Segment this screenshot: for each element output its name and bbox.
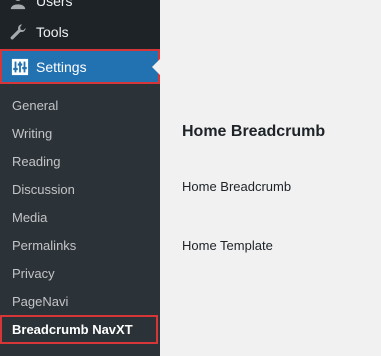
submenu-item-breadcrumb-navxt[interactable]: Breadcrumb NavXT bbox=[0, 315, 158, 344]
submenu-item-pagenavi[interactable]: PageNavi bbox=[0, 287, 160, 315]
menu-label-users: Users bbox=[36, 0, 73, 9]
settings-submenu: General Writing Reading Discussion Media… bbox=[0, 84, 160, 356]
field-label-home-template: Home Template bbox=[182, 238, 273, 253]
submenu-item-discussion[interactable]: Discussion bbox=[0, 175, 160, 203]
menu-item-tools[interactable]: Tools bbox=[0, 15, 160, 49]
submenu-item-privacy[interactable]: Privacy bbox=[0, 259, 160, 287]
settings-icon bbox=[10, 57, 30, 77]
submenu-item-reading[interactable]: Reading bbox=[0, 147, 160, 175]
section-heading: Home Breadcrumb bbox=[182, 123, 326, 140]
field-label-home-breadcrumb: Home Breadcrumb bbox=[182, 179, 292, 194]
submenu-item-general[interactable]: General bbox=[0, 91, 160, 119]
wrench-icon bbox=[8, 22, 28, 42]
menu-label-settings: Settings bbox=[36, 58, 87, 75]
current-menu-arrow bbox=[152, 59, 160, 75]
users-icon bbox=[8, 0, 28, 11]
main-content: Home Breadcrumb Home Breadcrumb Home Tem… bbox=[160, 0, 381, 356]
menu-label-tools: Tools bbox=[36, 24, 69, 40]
admin-sidebar: Users Tools Settings General Writing Rea… bbox=[0, 0, 160, 356]
menu-item-settings[interactable]: Settings bbox=[0, 49, 160, 84]
submenu-item-permalinks[interactable]: Permalinks bbox=[0, 231, 160, 259]
submenu-item-media[interactable]: Media bbox=[0, 203, 160, 231]
submenu-item-writing[interactable]: Writing bbox=[0, 119, 160, 147]
